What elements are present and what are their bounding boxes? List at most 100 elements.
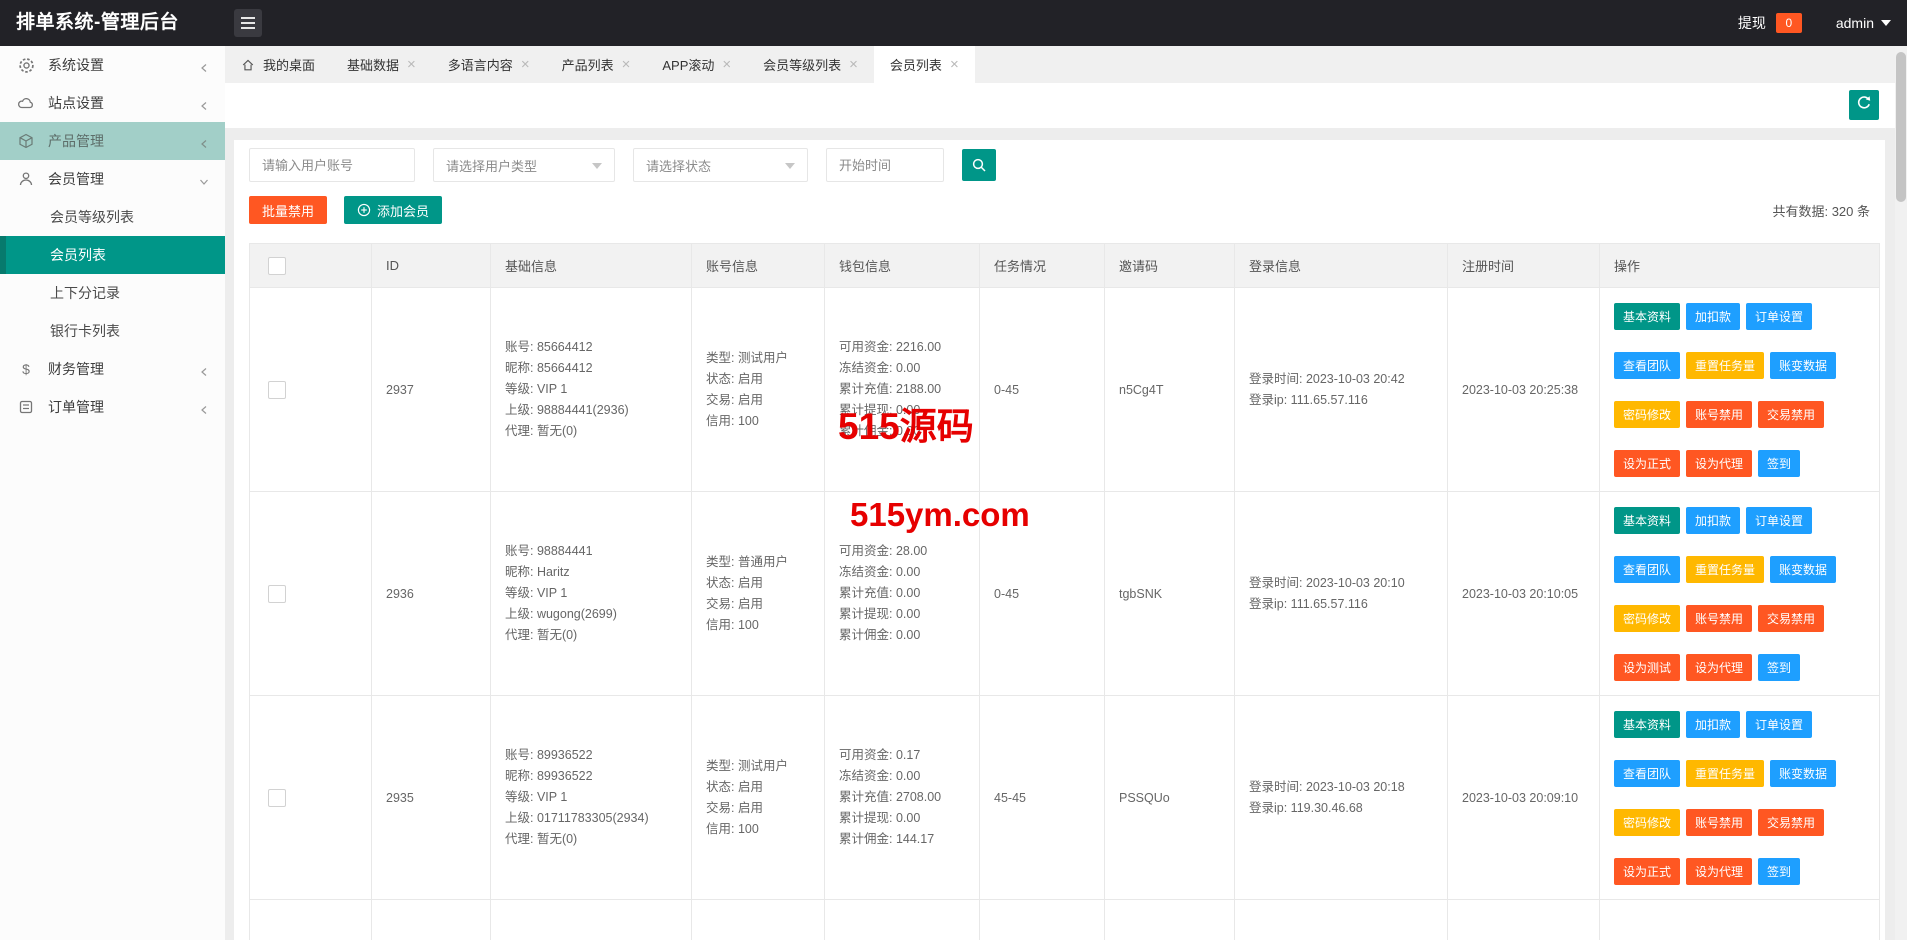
action-button[interactable]: 签到 — [1758, 450, 1800, 477]
withdraw-badge[interactable]: 0 — [1776, 13, 1802, 33]
action-button[interactable]: 加扣款 — [1686, 303, 1740, 330]
action-button[interactable]: 账变数据 — [1770, 760, 1836, 787]
info-line: 代理: 暂无(0) — [505, 829, 677, 850]
vertical-scrollbar[interactable] — [1895, 46, 1907, 940]
action-button[interactable]: 账号禁用 — [1686, 809, 1752, 836]
hamburger-menu-button[interactable] — [234, 9, 262, 37]
register-time-cell — [1448, 900, 1600, 940]
close-icon[interactable]: × — [407, 57, 416, 72]
sidebar-item-member-list[interactable]: 会员列表 — [0, 236, 225, 274]
action-button[interactable]: 加扣款 — [1686, 711, 1740, 738]
sidebar-item-system-settings[interactable]: 系统设置 — [0, 46, 225, 84]
close-icon[interactable]: × — [722, 57, 731, 72]
user-type-select[interactable]: 请选择用户类型 — [433, 148, 615, 182]
tab-product-list[interactable]: 产品列表× — [546, 46, 647, 83]
sidebar-item-order-management[interactable]: 订单管理 — [0, 388, 225, 426]
search-button[interactable] — [962, 149, 996, 181]
row-checkbox[interactable] — [268, 585, 286, 603]
close-icon[interactable]: × — [521, 57, 530, 72]
select-all-checkbox[interactable] — [268, 257, 286, 275]
info-line: 代理: 暂无(0) — [505, 421, 677, 442]
table-row: 2937账号: 85664412昵称: 85664412等级: VIP 1上级:… — [250, 288, 1880, 492]
action-button[interactable]: 账号禁用 — [1686, 605, 1752, 632]
info-line: 登录时间: 2023-10-03 20:10 — [1249, 573, 1433, 594]
close-icon[interactable]: × — [622, 57, 631, 72]
batch-disable-button[interactable]: 批量禁用 — [249, 196, 327, 224]
sidebar-item-product-management[interactable]: 产品管理 — [0, 122, 225, 160]
action-button[interactable]: 设为正式 — [1614, 450, 1680, 477]
close-icon[interactable]: × — [950, 57, 959, 72]
action-button[interactable]: 设为代理 — [1686, 654, 1752, 681]
scrollbar-thumb[interactable] — [1896, 52, 1906, 202]
sidebar-item-member-level-list[interactable]: 会员等级列表 — [0, 198, 225, 236]
action-button[interactable]: 签到 — [1758, 654, 1800, 681]
action-button[interactable]: 重置任务量 — [1686, 556, 1764, 583]
action-button[interactable]: 交易禁用 — [1758, 809, 1824, 836]
action-button[interactable]: 订单设置 — [1746, 303, 1812, 330]
info-line: 交易: 启用 — [706, 594, 810, 615]
action-button-row: 设为测试设为代理签到 — [1614, 654, 1873, 681]
action-button[interactable]: 查看团队 — [1614, 556, 1680, 583]
user-menu[interactable]: admin — [1836, 15, 1891, 31]
action-button-row: 查看团队重置任务量账变数据 — [1614, 352, 1873, 379]
column-header: 登录信息 — [1235, 244, 1448, 288]
table-row: 基本资料加扣款订单设置 — [250, 900, 1880, 940]
info-line: 累计提现: 0.00 — [839, 808, 965, 829]
sidebar-item-site-settings[interactable]: 站点设置 — [0, 84, 225, 122]
action-button[interactable]: 密码修改 — [1614, 401, 1680, 428]
row-checkbox[interactable] — [268, 381, 286, 399]
action-button[interactable]: 基本资料 — [1614, 711, 1680, 738]
add-member-button[interactable]: 添加会员 — [344, 196, 442, 224]
tab-my-desktop[interactable]: 我的桌面 — [225, 46, 331, 83]
account-search-input[interactable] — [249, 148, 415, 182]
search-icon — [971, 157, 987, 173]
tab-app-scroll[interactable]: APP滚动× — [646, 46, 747, 83]
start-time-input[interactable] — [826, 148, 944, 182]
row-checkbox[interactable] — [268, 789, 286, 807]
tab-basic-data[interactable]: 基础数据× — [331, 46, 432, 83]
action-button[interactable]: 密码修改 — [1614, 605, 1680, 632]
action-button[interactable]: 账号禁用 — [1686, 401, 1752, 428]
info-line: 可用资金: 28.00 — [839, 541, 965, 562]
action-button[interactable]: 基本资料 — [1614, 303, 1680, 330]
task-progress-cell: 45-45 — [980, 696, 1105, 900]
action-button[interactable]: 重置任务量 — [1686, 760, 1764, 787]
action-button[interactable]: 设为测试 — [1614, 654, 1680, 681]
action-button[interactable]: 订单设置 — [1746, 507, 1812, 534]
action-button[interactable]: 设为代理 — [1686, 450, 1752, 477]
row-select-cell — [250, 696, 372, 900]
action-button[interactable]: 交易禁用 — [1758, 401, 1824, 428]
tab-member-list[interactable]: 会员列表× — [874, 46, 975, 83]
action-button[interactable]: 账变数据 — [1770, 352, 1836, 379]
sidebar-item-finance-management[interactable]: $ 财务管理 — [0, 350, 225, 388]
tab-multilanguage[interactable]: 多语言内容× — [432, 46, 546, 83]
action-button[interactable]: 交易禁用 — [1758, 605, 1824, 632]
withdraw-link[interactable]: 提现 — [1738, 13, 1766, 33]
action-button[interactable]: 设为正式 — [1614, 858, 1680, 885]
sidebar-item-score-records[interactable]: 上下分记录 — [0, 274, 225, 312]
action-button[interactable]: 加扣款 — [1686, 507, 1740, 534]
action-button[interactable]: 订单设置 — [1746, 711, 1812, 738]
action-button[interactable]: 查看团队 — [1614, 352, 1680, 379]
chevron-down-icon — [199, 174, 209, 190]
action-button[interactable]: 密码修改 — [1614, 809, 1680, 836]
refresh-button[interactable] — [1849, 90, 1879, 120]
info-line: 等级: VIP 1 — [505, 379, 677, 400]
sidebar-item-label: 站点设置 — [48, 93, 104, 113]
action-button[interactable]: 签到 — [1758, 858, 1800, 885]
close-icon[interactable]: × — [849, 57, 858, 72]
status-select[interactable]: 请选择状态 — [633, 148, 808, 182]
column-header: 注册时间 — [1448, 244, 1600, 288]
action-button[interactable]: 账变数据 — [1770, 556, 1836, 583]
sidebar-item-member-management[interactable]: 会员管理 — [0, 160, 225, 198]
app-title: 排单系统-管理后台 — [16, 0, 179, 46]
sidebar-item-bank-card-list[interactable]: 银行卡列表 — [0, 312, 225, 350]
action-button[interactable]: 设为代理 — [1686, 858, 1752, 885]
tab-member-level-list[interactable]: 会员等级列表× — [747, 46, 874, 83]
action-button[interactable]: 重置任务量 — [1686, 352, 1764, 379]
action-button[interactable]: 查看团队 — [1614, 760, 1680, 787]
action-button[interactable]: 基本资料 — [1614, 507, 1680, 534]
action-button-row: 设为正式设为代理签到 — [1614, 450, 1873, 477]
info-line: 可用资金: 2216.00 — [839, 337, 965, 358]
login-info-cell: 登录时间: 2023-10-03 20:10登录ip: 111.65.57.11… — [1235, 492, 1448, 696]
